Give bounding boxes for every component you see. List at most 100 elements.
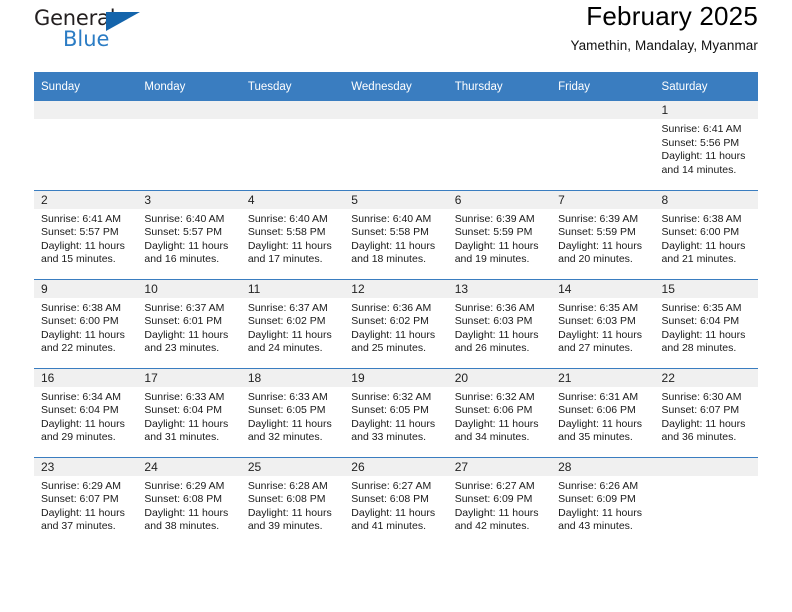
day-cell-inner: 20 Sunrise: 6:32 AM Sunset: 6:06 PM Dayligh… (447, 368, 552, 457)
day-sun-details: Sunrise: 6:27 AM Sunset: 6:09 PM Daylight:… (448, 476, 551, 534)
day-detail-line: Sunset: 6:05 PM (247, 404, 326, 417)
calendar-day-cell-4[interactable]: 4 Sunrise: 6:40 AM Sunset: 5:58 PM Daylight… (240, 189, 345, 279)
day-detail-line: Sunset: 6:04 PM (41, 404, 119, 417)
day-detail-line: Sunset: 5:59 PM (454, 226, 533, 239)
calendar-day-cell-26[interactable]: 26 Sunrise: 6:27 AM Sunset: 6:08 PM Dayligh… (344, 456, 448, 546)
page-title: February 2025 (586, 1, 758, 31)
calendar-day-cell-7[interactable]: 7 Sunrise: 6:39 AM Sunset: 5:59 PM Daylight… (551, 189, 655, 279)
day-detail-line: and 31 minutes. (144, 431, 220, 444)
day-detail-line: and 35 minutes. (558, 431, 633, 444)
calendar-day-cell-20[interactable]: 20 Sunrise: 6:32 AM Sunset: 6:06 PM Dayligh… (447, 367, 552, 457)
calendar-day-cell-18[interactable]: 18 Sunrise: 6:33 AM Sunset: 6:05 PM Dayligh… (240, 367, 345, 457)
day-detail-line: and 42 minutes. (454, 520, 530, 533)
day-detail-line: Sunrise: 6:38 AM (661, 212, 742, 225)
day-sun-details: Sunrise: 6:41 AM Sunset: 5:56 PM Daylight:… (655, 119, 758, 177)
calendar-day-cell-10[interactable]: 10 Sunrise: 6:37 AM Sunset: 6:01 PM Dayligh… (137, 278, 241, 368)
day-detail-line: Sunrise: 6:41 AM (41, 212, 121, 225)
day-number: 5 (344, 190, 448, 209)
day-sun-details: Sunrise: 6:32 AM Sunset: 6:05 PM Daylight:… (344, 387, 447, 445)
calendar-day-cell-12[interactable]: 12 Sunrise: 6:36 AM Sunset: 6:02 PM Dayligh… (344, 278, 448, 368)
day-cell-inner: 15 Sunrise: 6:35 AM Sunset: 6:04 PM Dayligh… (654, 279, 758, 368)
calendar-day-cell-28[interactable]: 28 Sunrise: 6:26 AM Sunset: 6:09 PM Dayligh… (551, 456, 655, 547)
general-blue-logo[interactable]: General Blue (34, 8, 154, 54)
day-detail-line: Sunset: 5:56 PM (661, 136, 740, 149)
calendar-day-cell-17[interactable]: 17 Sunrise: 6:33 AM Sunset: 6:04 PM Dayligh… (137, 367, 241, 457)
day-cell-inner: 1 Sunrise: 6:41 AM Sunset: 5:56 PM Daylight… (654, 101, 758, 190)
day-number: 19 (344, 368, 448, 387)
day-detail-line: Daylight: 11 hours (351, 328, 436, 341)
calendar-day-cell-15[interactable]: 15 Sunrise: 6:35 AM Sunset: 6:04 PM Dayligh… (654, 278, 758, 368)
day-detail-line: Sunrise: 6:39 AM (558, 212, 639, 225)
day-detail-line: Sunrise: 6:27 AM (351, 479, 432, 492)
day-detail-line: and 26 minutes. (454, 342, 530, 355)
day-detail-line: Sunset: 5:59 PM (558, 226, 636, 239)
logo-text-blue: Blue (63, 27, 110, 51)
weekday-header-sunday: Sunday (34, 72, 138, 101)
day-detail-line: Sunset: 5:57 PM (144, 226, 223, 239)
calendar-day-cell-13[interactable]: 13 Sunrise: 6:36 AM Sunset: 6:03 PM Dayligh… (447, 278, 552, 368)
day-detail-line: Daylight: 11 hours (454, 506, 539, 519)
day-cell-inner: 18 Sunrise: 6:33 AM Sunset: 6:05 PM Dayligh… (240, 368, 345, 457)
calendar-day-cell-21[interactable]: 21 Sunrise: 6:31 AM Sunset: 6:06 PM Dayligh… (551, 367, 655, 457)
day-detail-line: Daylight: 11 hours (558, 328, 642, 341)
calendar-day-cell-8[interactable]: 8 Sunrise: 6:38 AM Sunset: 6:00 PM Daylight… (654, 189, 758, 279)
calendar-day-cell-5[interactable]: 5 Sunrise: 6:40 AM Sunset: 5:58 PM Daylight… (344, 189, 448, 279)
day-sun-details: Sunrise: 6:37 AM Sunset: 6:02 PM Daylight:… (241, 298, 344, 356)
day-cell-inner: 19 Sunrise: 6:32 AM Sunset: 6:05 PM Dayligh… (344, 368, 448, 457)
day-detail-line: Sunset: 6:02 PM (351, 315, 429, 328)
day-cell-inner: 4 Sunrise: 6:40 AM Sunset: 5:58 PM Daylight… (240, 190, 345, 279)
calendar-day-cell-23[interactable]: 23 Sunrise: 6:29 AM Sunset: 6:07 PM Dayligh… (34, 456, 138, 547)
day-number: 6 (447, 190, 552, 209)
day-number (654, 457, 758, 476)
calendar-day-cell-6[interactable]: 6 Sunrise: 6:39 AM Sunset: 5:59 PM Daylight… (447, 189, 552, 279)
day-cell-inner: 16 Sunrise: 6:34 AM Sunset: 6:04 PM Dayligh… (34, 368, 138, 457)
day-sun-details: Sunrise: 6:35 AM Sunset: 6:04 PM Daylight:… (655, 298, 758, 356)
day-detail-line: and 22 minutes. (41, 342, 116, 355)
day-detail-line: Daylight: 11 hours (661, 328, 746, 341)
day-detail-line: Daylight: 11 hours (144, 417, 229, 430)
calendar-day-cell-19[interactable]: 19 Sunrise: 6:32 AM Sunset: 6:05 PM Dayligh… (344, 367, 448, 457)
day-number: 28 (551, 457, 655, 476)
day-cell-inner: 23 Sunrise: 6:29 AM Sunset: 6:07 PM Dayligh… (34, 457, 138, 547)
calendar-day-cell-11[interactable]: 11 Sunrise: 6:37 AM Sunset: 6:02 PM Dayligh… (240, 278, 345, 368)
day-detail-line: and 28 minutes. (661, 342, 737, 355)
calendar-day-cell-1[interactable]: 1 Sunrise: 6:41 AM Sunset: 5:56 PM Daylight… (654, 101, 758, 190)
day-detail-line: Daylight: 11 hours (661, 150, 746, 163)
calendar-day-cell-empty (344, 101, 448, 190)
calendar-day-cell-9[interactable]: 9 Sunrise: 6:38 AM Sunset: 6:00 PM Daylight… (34, 278, 138, 368)
day-detail-line: and 38 minutes. (144, 520, 220, 533)
weekday-header-monday: Monday (137, 72, 241, 101)
calendar-day-cell-25[interactable]: 25 Sunrise: 6:28 AM Sunset: 6:08 PM Dayligh… (240, 456, 345, 546)
day-cell-inner (344, 101, 448, 190)
day-cell-inner: 2 Sunrise: 6:41 AM Sunset: 5:57 PM Daylight… (34, 190, 138, 279)
day-cell-inner (654, 457, 758, 547)
day-sun-details: Sunrise: 6:40 AM Sunset: 5:57 PM Daylight:… (137, 209, 240, 267)
day-cell-inner: 21 Sunrise: 6:31 AM Sunset: 6:06 PM Dayligh… (551, 368, 655, 457)
day-number: 27 (447, 457, 552, 476)
day-detail-line: and 24 minutes. (247, 342, 323, 355)
day-sun-details: Sunrise: 6:36 AM Sunset: 6:02 PM Daylight:… (344, 298, 447, 356)
calendar-day-cell-22[interactable]: 22 Sunrise: 6:30 AM Sunset: 6:07 PM Dayligh… (654, 367, 758, 457)
day-cell-inner (34, 101, 138, 190)
day-detail-line: Daylight: 11 hours (144, 328, 229, 341)
day-cell-inner (447, 101, 552, 190)
day-number: 18 (240, 368, 345, 387)
day-cell-inner: 3 Sunrise: 6:40 AM Sunset: 5:57 PM Daylight… (137, 190, 241, 279)
day-detail-line: and 29 minutes. (41, 431, 116, 444)
day-sun-details: Sunrise: 6:35 AM Sunset: 6:03 PM Daylight:… (551, 298, 654, 356)
calendar-day-cell-2[interactable]: 2 Sunrise: 6:41 AM Sunset: 5:57 PM Daylight… (34, 189, 138, 279)
logo-triangle-icon (106, 12, 140, 31)
calendar-day-cell-14[interactable]: 14 Sunrise: 6:35 AM Sunset: 6:03 PM Dayligh… (551, 278, 655, 368)
calendar-day-cell-24[interactable]: 24 Sunrise: 6:29 AM Sunset: 6:08 PM Dayligh… (137, 456, 241, 546)
calendar-day-cell-16[interactable]: 16 Sunrise: 6:34 AM Sunset: 6:04 PM Dayligh… (34, 367, 138, 457)
day-cell-inner: 28 Sunrise: 6:26 AM Sunset: 6:09 PM Dayligh… (551, 457, 655, 547)
day-detail-line: Sunrise: 6:36 AM (351, 301, 432, 314)
calendar-day-cell-27[interactable]: 27 Sunrise: 6:27 AM Sunset: 6:09 PM Dayligh… (447, 456, 552, 546)
calendar-day-cell-3[interactable]: 3 Sunrise: 6:40 AM Sunset: 5:57 PM Daylight… (137, 189, 241, 279)
day-detail-line: Sunrise: 6:37 AM (247, 301, 328, 314)
day-number (447, 101, 552, 119)
day-sun-details: Sunrise: 6:26 AM Sunset: 6:09 PM Daylight:… (551, 476, 654, 534)
day-detail-line: Sunset: 6:03 PM (454, 315, 533, 328)
day-detail-line: Sunset: 6:00 PM (661, 226, 740, 239)
day-detail-line: Sunrise: 6:38 AM (41, 301, 121, 314)
